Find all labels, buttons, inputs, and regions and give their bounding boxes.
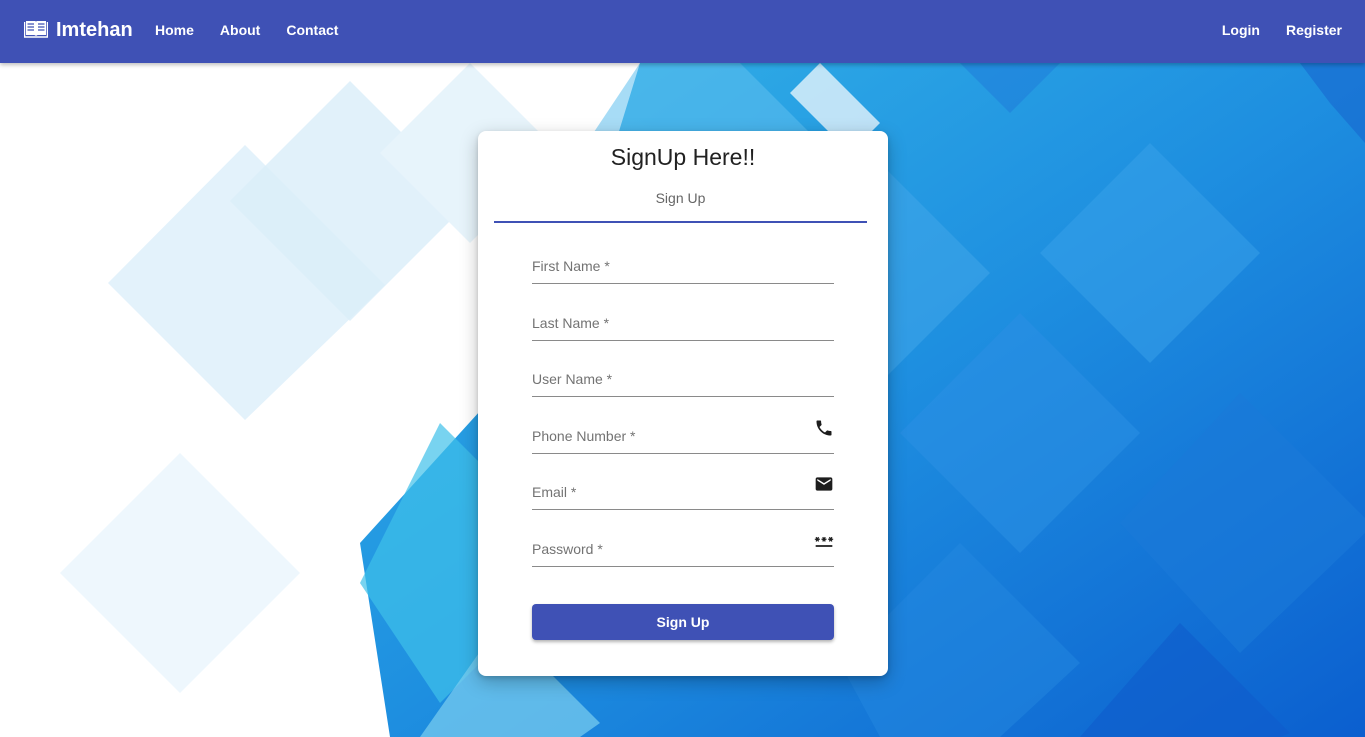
password-label: Password * xyxy=(532,541,603,557)
phone-icon xyxy=(814,418,834,438)
password-icon xyxy=(814,531,834,551)
phone-number-field[interactable]: Phone Number * xyxy=(532,420,834,454)
user-name-label: User Name * xyxy=(532,371,613,387)
first-name-field[interactable]: First Name * xyxy=(532,253,834,284)
first-name-label: First Name * xyxy=(532,258,610,274)
sign-up-button[interactable]: Sign Up xyxy=(532,604,834,640)
nav-left: Home About Contact xyxy=(155,22,338,38)
nav-contact-link[interactable]: Contact xyxy=(286,22,338,38)
brand[interactable]: Imtehan xyxy=(23,18,133,43)
navbar: Imtehan Home About Contact Login Registe… xyxy=(0,0,1365,63)
nav-register-link[interactable]: Register xyxy=(1286,22,1342,38)
brand-name: Imtehan xyxy=(56,19,133,41)
email-field[interactable]: Email * xyxy=(532,477,834,510)
phone-number-label: Phone Number * xyxy=(532,428,636,444)
user-name-field[interactable]: User Name * xyxy=(532,366,834,397)
open-book-icon xyxy=(23,18,49,43)
email-label: Email * xyxy=(532,484,577,500)
tab-sign-up[interactable]: Sign Up xyxy=(494,181,867,223)
card-title: SignUp Here!! xyxy=(610,144,756,170)
nav-right: Login Register xyxy=(1222,22,1342,38)
password-field[interactable]: Password * xyxy=(532,536,834,567)
nav-login-link[interactable]: Login xyxy=(1222,22,1260,38)
nav-about-link[interactable]: About xyxy=(220,22,260,38)
last-name-field[interactable]: Last Name * xyxy=(532,310,834,341)
email-icon xyxy=(814,474,834,494)
nav-home-link[interactable]: Home xyxy=(155,22,194,38)
last-name-label: Last Name * xyxy=(532,315,610,331)
signup-card: SignUp Here!! Sign Up First Name * Last … xyxy=(478,131,888,676)
